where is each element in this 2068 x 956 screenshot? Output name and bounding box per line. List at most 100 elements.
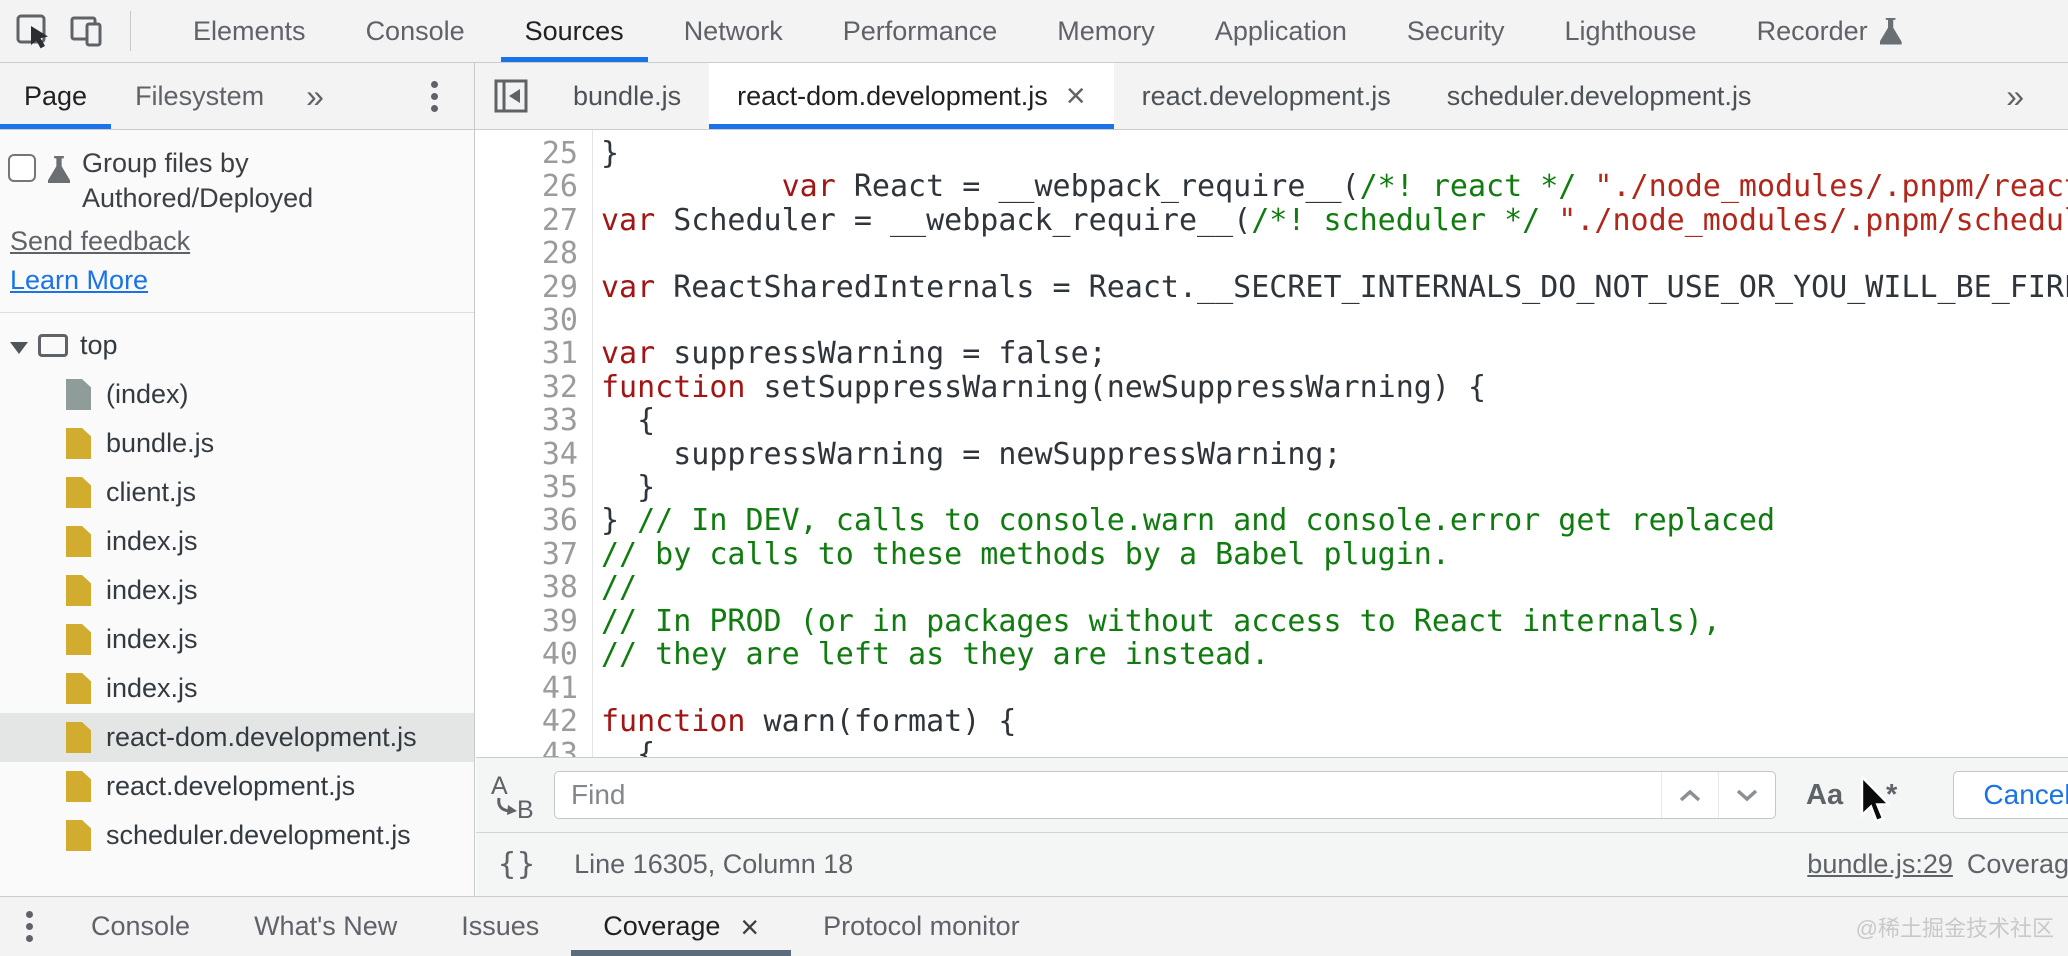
tree-item-label: bundle.js — [106, 428, 214, 459]
script-file-icon — [66, 673, 91, 704]
find-previous-button[interactable] — [1661, 772, 1718, 818]
line-number[interactable]: 37 — [476, 538, 578, 571]
editor-tab-label: bundle.js — [573, 81, 681, 112]
line-number[interactable]: 30 — [476, 304, 578, 337]
toggle-replace-button[interactable]: A B — [490, 772, 536, 825]
learn-more-link[interactable]: Learn More — [10, 265, 464, 296]
tree-item-label: react-dom.development.js — [106, 722, 417, 753]
drawer-tab-protocol-monitor[interactable]: Protocol monitor — [791, 897, 1052, 956]
drawer-tab-label: What's New — [254, 911, 397, 942]
panel-tab-label: Console — [366, 16, 465, 47]
line-number[interactable]: 29 — [476, 271, 578, 304]
tree-item-bundle-js[interactable]: bundle.js — [0, 419, 474, 468]
tree-item-index-js[interactable]: index.js — [0, 664, 474, 713]
line-number[interactable]: 43 — [476, 738, 578, 757]
line-number[interactable]: 33 — [476, 404, 578, 437]
navigator-more-menu-button[interactable] — [431, 63, 438, 129]
panel-tab-label: Memory — [1057, 16, 1155, 47]
line-number[interactable]: 32 — [476, 371, 578, 404]
group-files-label: Group files by Authored/Deployed — [82, 146, 344, 216]
editor-tab-scheduler-development-js[interactable]: scheduler.development.js — [1419, 63, 1780, 129]
toolbar-divider — [130, 11, 131, 51]
panel-tab-application[interactable]: Application — [1185, 0, 1377, 62]
tree-item-react-development-js[interactable]: react.development.js — [0, 762, 474, 811]
line-number[interactable]: 35 — [476, 471, 578, 504]
panel-tab-security[interactable]: Security — [1377, 0, 1535, 62]
frame-icon — [38, 334, 68, 357]
sidebar-tab-page[interactable]: Page — [0, 63, 111, 129]
code-editor[interactable]: 25262728293031323334353637383940414243 }… — [476, 130, 2068, 757]
panel-tab-lighthouse[interactable]: Lighthouse — [1534, 0, 1726, 62]
line-number[interactable]: 42 — [476, 705, 578, 738]
tree-item-scheduler-development-js[interactable]: scheduler.development.js — [0, 811, 474, 860]
tree-item-index-js[interactable]: index.js — [0, 566, 474, 615]
tree-item-client-js[interactable]: client.js — [0, 468, 474, 517]
panel-tab-recorder[interactable]: Recorder — [1727, 0, 1932, 62]
tree-item-react-dom-development-js[interactable]: react-dom.development.js — [0, 713, 474, 762]
line-number[interactable]: 25 — [476, 137, 578, 170]
panel-tab-performance[interactable]: Performance — [813, 0, 1028, 62]
bundle-source-link[interactable]: bundle.js:29 — [1807, 849, 1953, 880]
pretty-print-icon[interactable]: {} — [498, 847, 536, 882]
cancel-button[interactable]: Cancel — [1953, 771, 2068, 819]
line-number[interactable]: 26 — [476, 170, 578, 203]
line-number[interactable]: 40 — [476, 638, 578, 671]
panel-tab-memory[interactable]: Memory — [1027, 0, 1185, 62]
tree-item-index-js[interactable]: index.js — [0, 517, 474, 566]
panel-tab-label: Application — [1215, 16, 1347, 47]
drawer-tab-label: Coverage — [603, 911, 720, 942]
find-bar: A B Aa .* Cancel — [476, 757, 2068, 832]
editor-tab-react-development-js[interactable]: react.development.js — [1114, 63, 1419, 129]
drawer-tab-what-s-new[interactable]: What's New — [222, 897, 429, 956]
document-icon — [66, 379, 91, 410]
cursor-position: Line 16305, Column 18 — [574, 849, 853, 880]
drawer-menu-button[interactable] — [0, 897, 59, 956]
close-icon[interactable]: × — [740, 911, 759, 943]
send-feedback-link[interactable]: Send feedback — [10, 226, 190, 257]
line-number[interactable]: 27 — [476, 204, 578, 237]
script-file-icon — [66, 477, 91, 508]
match-case-toggle[interactable]: Aa — [1806, 771, 1843, 819]
disclosure-arrow-icon[interactable] — [10, 342, 28, 354]
inspect-element-button[interactable] — [14, 11, 54, 51]
more-editor-tabs-icon[interactable]: » — [2006, 63, 2068, 129]
line-number[interactable]: 36 — [476, 504, 578, 537]
find-next-button[interactable] — [1718, 772, 1775, 818]
editor-tab-bundle-js[interactable]: bundle.js — [545, 63, 709, 129]
panel-tab-network[interactable]: Network — [654, 0, 813, 62]
editor-tabs-holder: bundle.js react-dom.development.js×react.… — [545, 63, 1779, 129]
code-line: // by calls to these methods by a Babel … — [601, 538, 2068, 571]
drawer-tab-coverage[interactable]: Coverage × — [571, 897, 791, 956]
panel-tab-elements[interactable]: Elements — [163, 0, 336, 62]
line-number[interactable]: 39 — [476, 605, 578, 638]
group-files-checkbox[interactable] — [8, 154, 36, 182]
find-input[interactable] — [555, 772, 1661, 818]
line-number[interactable]: 41 — [476, 672, 578, 705]
tree-item-index-js[interactable]: index.js — [0, 615, 474, 664]
line-number[interactable]: 34 — [476, 438, 578, 471]
more-sidebar-tabs-icon[interactable]: » — [288, 63, 342, 129]
panel-tab-sources[interactable]: Sources — [495, 0, 654, 62]
line-number[interactable]: 28 — [476, 237, 578, 270]
drawer-tab-issues[interactable]: Issues — [429, 897, 571, 956]
line-number[interactable]: 38 — [476, 571, 578, 604]
close-icon[interactable]: × — [1066, 79, 1086, 113]
tree-item-index[interactable]: (index) — [0, 370, 474, 419]
line-number[interactable]: 31 — [476, 337, 578, 370]
editor-tab-react-dom-development-js[interactable]: react-dom.development.js× — [709, 63, 1114, 129]
chevron-up-icon — [1678, 788, 1702, 803]
collapse-sidebar-button[interactable] — [475, 63, 545, 129]
code-content: } var React = __webpack_require__(/*! re… — [601, 137, 2068, 757]
coverage-status: Coverage — [1967, 849, 2068, 880]
script-file-icon — [66, 575, 91, 606]
sources-header-row: PageFilesystem» bundle.jsreact-dom.devel… — [0, 63, 2068, 130]
drawer-tab-console[interactable]: Console — [59, 897, 222, 956]
toggle-device-toolbar-button[interactable] — [68, 11, 108, 51]
tree-item-top[interactable]: top — [0, 321, 474, 370]
sidebar-tab-filesystem[interactable]: Filesystem — [111, 63, 288, 129]
overflow-menu-icon — [26, 923, 33, 930]
script-file-icon — [66, 428, 91, 459]
navigator-pane: Group files by Authored/Deployed Send fe… — [0, 130, 475, 896]
script-file-icon — [66, 526, 91, 557]
panel-tab-console[interactable]: Console — [336, 0, 495, 62]
